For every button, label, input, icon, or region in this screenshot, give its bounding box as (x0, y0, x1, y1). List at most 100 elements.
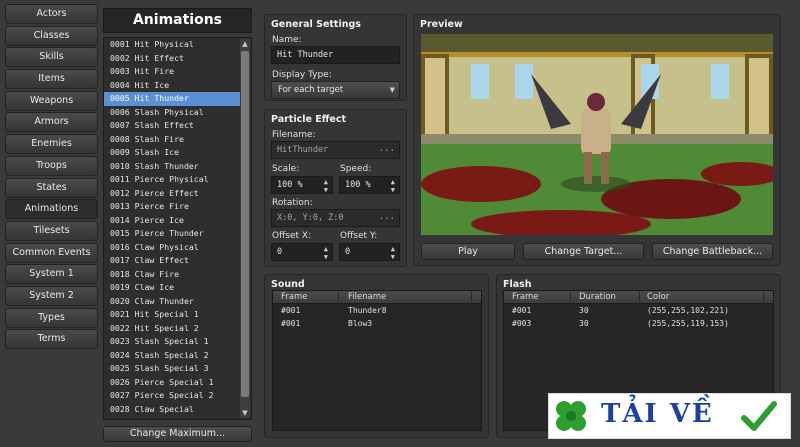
speed-spinbox[interactable]: 100 % ▲ ▼ (339, 176, 400, 194)
spin-arrows-icon[interactable]: ▲ ▼ (324, 178, 328, 194)
browse-dots-icon[interactable]: ... (379, 209, 395, 225)
list-scrollbar[interactable]: ▲ ▼ (240, 39, 250, 418)
flash-col-color[interactable]: Color (647, 292, 669, 302)
sound-col-filename[interactable]: Filename (348, 292, 386, 302)
watermark-text: TẢI VỀ (601, 399, 714, 429)
preview-title: Preview (420, 19, 463, 30)
scale-spinbox[interactable]: 100 % ▲ ▼ (271, 176, 333, 194)
change-maximum-button[interactable]: Change Maximum... (103, 426, 252, 442)
list-item[interactable]: 0002 Hit Effect (104, 52, 241, 66)
sidebar-tab-common-events[interactable]: Common Events (5, 242, 98, 263)
list-item[interactable]: 0006 Slash Physical (104, 106, 241, 120)
sidebar-tab-weapons[interactable]: Weapons (5, 90, 98, 111)
particle-effect-panel: Particle Effect Filename: HitThunder ...… (264, 109, 407, 267)
list-item[interactable]: 0025 Slash Special 3 (104, 362, 241, 376)
name-label: Name: (272, 35, 302, 45)
display-type-select[interactable]: For each target ▼ (271, 81, 400, 99)
sidebar-tab-types[interactable]: Types (5, 307, 98, 328)
sound-table[interactable]: Frame Filename #001 Thunder8 #001 Blow3 (272, 290, 482, 431)
list-item[interactable]: 0015 Pierce Thunder (104, 227, 241, 241)
list-item[interactable]: 0021 Hit Special 1 (104, 308, 241, 322)
list-item[interactable]: 0012 Pierce Effect (104, 187, 241, 201)
sidebar-tab-armors[interactable]: Armors (5, 112, 98, 133)
list-item[interactable]: 0018 Claw Fire (104, 268, 241, 282)
column-divider (338, 291, 339, 304)
sidebar-tab-skills[interactable]: Skills (5, 47, 98, 68)
list-item[interactable]: 0020 Claw Thunder (104, 295, 241, 309)
flash-col-frame[interactable]: Frame (512, 292, 538, 302)
flash-col-duration[interactable]: Duration (579, 292, 616, 302)
offset-y-value: 0 (345, 247, 351, 257)
column-divider (639, 291, 640, 304)
sidebar-tab-classes[interactable]: Classes (5, 25, 98, 46)
sidebar-tab-animations[interactable]: Animations (5, 199, 98, 220)
rotation-field[interactable]: X:0, Y:0, Z:0 ... (271, 209, 400, 227)
list-item[interactable]: 0026 Pierce Special 1 (104, 376, 241, 390)
list-item[interactable]: 0014 Pierce Ice (104, 214, 241, 228)
sidebar-tab-states[interactable]: States (5, 177, 98, 198)
sidebar-tab-system-1[interactable]: System 1 (5, 264, 98, 285)
spin-arrows-icon[interactable]: ▲ ▼ (391, 245, 395, 261)
list-item[interactable]: 0010 Slash Thunder (104, 160, 241, 174)
list-item[interactable]: 0024 Slash Special 2 (104, 349, 241, 363)
sound-frame-cell: #001 (281, 306, 301, 315)
sidebar-tab-troops[interactable]: Troops (5, 155, 98, 176)
list-item[interactable]: 0022 Hit Special 2 (104, 322, 241, 336)
sidebar-tab-enemies[interactable]: Enemies (5, 134, 98, 155)
scroll-up-arrow-icon[interactable]: ▲ (240, 39, 250, 49)
sidebar-tab-actors[interactable]: Actors (5, 4, 98, 24)
play-button[interactable]: Play (421, 243, 515, 260)
list-item[interactable]: 0003 Hit Fire (104, 65, 241, 79)
general-settings-panel: General Settings Name: Hit Thunder Displ… (264, 14, 407, 101)
list-item[interactable]: 0027 Pierce Special 2 (104, 389, 241, 403)
filename-label: Filename: (272, 130, 316, 140)
list-item[interactable]: 0023 Slash Special 1 (104, 335, 241, 349)
list-item[interactable]: 0001 Hit Physical (104, 38, 241, 52)
offset-x-spinbox[interactable]: 0 ▲ ▼ (271, 243, 333, 261)
sidebar-tab-items[interactable]: Items (5, 69, 98, 90)
list-item[interactable]: 0008 Slash Fire (104, 133, 241, 147)
browse-dots-icon[interactable]: ... (379, 141, 395, 157)
filename-value: HitThunder (277, 145, 329, 155)
sidebar-tab-system-2[interactable]: System 2 (5, 285, 98, 306)
list-item[interactable]: 0005 Hit Thunder (104, 92, 241, 106)
sound-table-header: Frame Filename (273, 291, 481, 304)
offset-y-spinbox[interactable]: 0 ▲ ▼ (339, 243, 400, 261)
table-row[interactable]: #001 Thunder8 (273, 304, 481, 317)
sound-filename-cell: Thunder8 (348, 306, 387, 315)
change-target-button[interactable]: Change Target... (523, 243, 644, 260)
list-item[interactable]: 0016 Claw Physical (104, 241, 241, 255)
speed-label: Speed: (340, 164, 372, 174)
sound-col-frame[interactable]: Frame (281, 292, 307, 302)
scrollbar-thumb[interactable] (241, 51, 249, 397)
list-item[interactable]: 0019 Claw Ice (104, 281, 241, 295)
list-item[interactable]: 0011 Pierce Physical (104, 173, 241, 187)
list-item[interactable]: 0007 Slash Effect (104, 119, 241, 133)
table-row[interactable]: #001 Blow3 (273, 317, 481, 330)
sidebar-tab-tilesets[interactable]: Tilesets (5, 220, 98, 241)
table-row[interactable]: #003 30 (255,255,119,153) (504, 317, 773, 330)
flash-title: Flash (503, 279, 532, 290)
list-item[interactable]: 0004 Hit Ice (104, 79, 241, 93)
offset-x-value: 0 (277, 247, 283, 257)
name-field[interactable]: Hit Thunder (271, 46, 400, 64)
scroll-down-arrow-icon[interactable]: ▼ (240, 408, 250, 418)
change-battleback-button[interactable]: Change Battleback... (652, 243, 773, 260)
flash-duration-cell: 30 (579, 306, 589, 315)
flash-frame-cell: #001 (512, 306, 532, 315)
battle-preview-image (421, 34, 773, 235)
list-item[interactable]: 0013 Pierce Fire (104, 200, 241, 214)
sidebar-tab-terms[interactable]: Terms (5, 329, 98, 350)
animations-list-items: 0001 Hit Physical 0002 Hit Effect 0003 Hit… (104, 38, 251, 416)
list-item[interactable]: 0028 Claw Special (104, 403, 241, 417)
database-sidebar: Actors Classes Skills Items Weapons Armors Ene… (5, 4, 98, 351)
spin-arrows-icon[interactable]: ▲ ▼ (391, 178, 395, 194)
flash-table-header: Frame Duration Color (504, 291, 773, 304)
filename-field[interactable]: HitThunder ... (271, 141, 400, 159)
preview-canvas[interactable] (421, 34, 773, 235)
table-row[interactable]: #001 30 (255,255,102,221) (504, 304, 773, 317)
spin-arrows-icon[interactable]: ▲ ▼ (324, 245, 328, 261)
list-item[interactable]: 0017 Claw Effect (104, 254, 241, 268)
animations-list[interactable]: 0001 Hit Physical 0002 Hit Effect 0003 Hit… (103, 37, 252, 420)
list-item[interactable]: 0009 Slash Ice (104, 146, 241, 160)
